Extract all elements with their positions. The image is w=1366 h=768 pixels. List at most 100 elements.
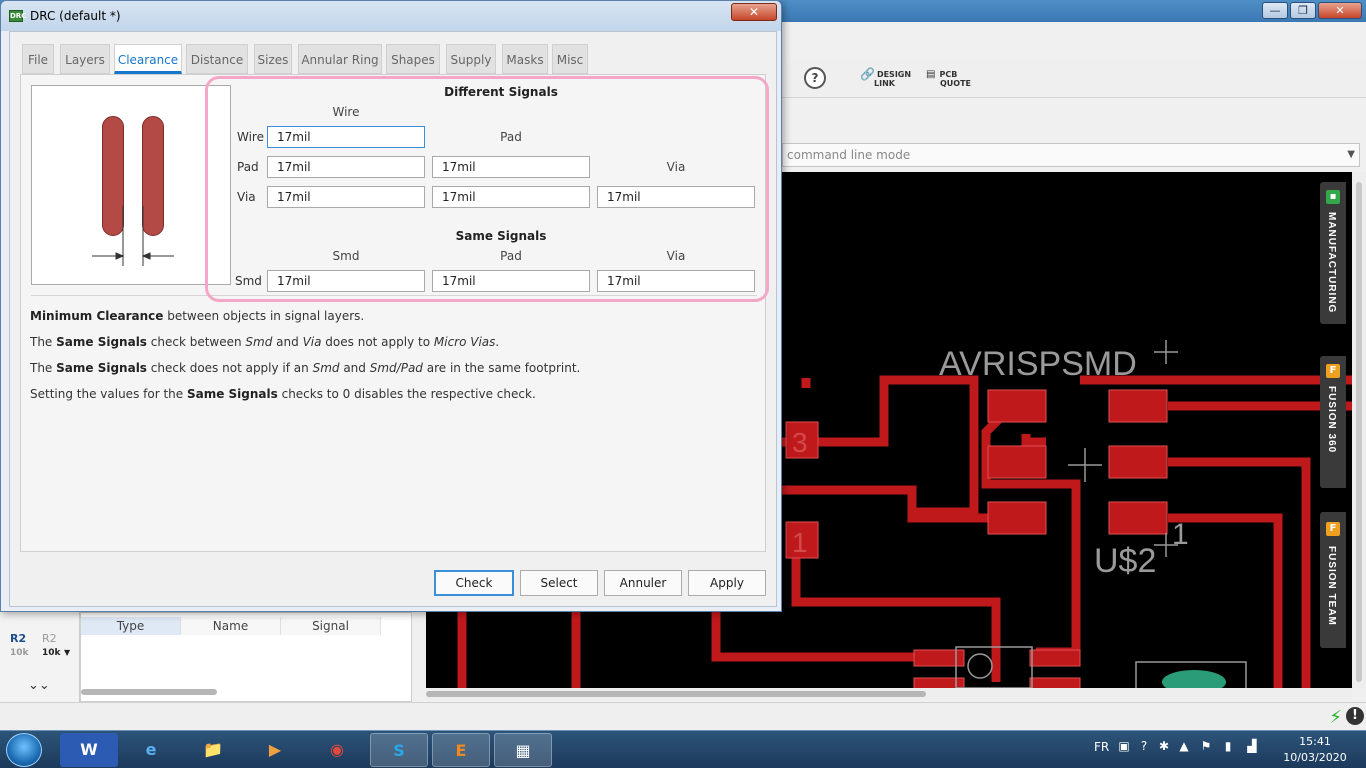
smd-via-field[interactable]: 17mil (597, 270, 755, 292)
smd-smd-field[interactable]: 17mil (267, 270, 425, 292)
media-player-icon[interactable]: ▶ (246, 733, 304, 767)
different-signals-heading: Different Signals (444, 85, 558, 99)
dialog-title: DRC (default *) (30, 9, 121, 23)
expand-chevron-icon[interactable]: ⌄⌄ (28, 678, 50, 693)
network-icon[interactable]: ▟ (1244, 739, 1260, 755)
fusion360-label: FUSION 360 (1326, 386, 1337, 454)
description-rest-3: are in the same footprint. (422, 361, 581, 375)
tab-annular-ring[interactable]: Annular Ring (298, 44, 382, 74)
pad-wire-field[interactable]: 17mil (267, 156, 425, 178)
chevron-down-icon[interactable]: ▼ (64, 648, 70, 657)
design-link-button[interactable]: 🔗 DESIGN LINK (860, 68, 911, 88)
part-r2-second[interactable]: R2 10k ▼ (42, 632, 70, 658)
pad-pad-field[interactable]: 17mil (432, 156, 590, 178)
action-center-icon[interactable]: ⚑ (1198, 739, 1214, 755)
explorer-icon[interactable]: 📁 (184, 733, 242, 767)
description-pre-2: The (30, 335, 57, 349)
pdf-tray-icon[interactable]: ▣ (1116, 739, 1132, 755)
status-bar: ⚡ ! (0, 702, 1366, 730)
tab-sizes[interactable]: Sizes (254, 44, 292, 74)
apply-button[interactable]: Apply (688, 570, 766, 596)
help-tray-icon[interactable]: ? (1136, 739, 1152, 755)
dialog-close-button[interactable]: ✕ (731, 3, 777, 21)
drc-window-icon[interactable]: ▦ (494, 733, 552, 767)
column-header-type[interactable]: Type (81, 617, 181, 635)
pcb-quote-label-1: PCB (939, 70, 958, 79)
smd-pad-field[interactable]: 17mil (432, 270, 590, 292)
via-via-field[interactable]: 17mil (597, 186, 755, 208)
pcb-vertical-scrollbar[interactable] (1352, 172, 1366, 688)
help-button[interactable]: ? (804, 67, 826, 89)
description-bold-3: Same Signals (56, 361, 147, 375)
start-button[interactable] (6, 733, 42, 767)
select-button[interactable]: Select (520, 570, 598, 596)
document-icon: ▤ (926, 69, 936, 80)
power-icon[interactable]: ▮ (1220, 739, 1236, 755)
clearance-description: Minimum Clearance between objects in sig… (30, 308, 750, 412)
minimize-button[interactable]: — (1262, 2, 1288, 19)
pcb-horizontal-scrollbar[interactable] (426, 688, 1352, 700)
col-head-pad: Pad (500, 130, 522, 144)
maximize-button[interactable]: ❐ (1290, 2, 1316, 19)
warning-icon[interactable]: ! (1346, 707, 1364, 725)
pad-label-1: 1 (792, 527, 808, 558)
description-line-3: The Same Signals check does not apply if… (30, 360, 750, 386)
drc-app-icon: DRC (9, 10, 27, 22)
part-r2-first[interactable]: R2 10k (10, 632, 29, 658)
pcb-quote-button[interactable]: ▤ PCB QUOTE (926, 69, 971, 89)
tab-supply[interactable]: Supply (446, 44, 496, 74)
description-pre-3: The (30, 361, 57, 375)
main-close-button[interactable]: ✕ (1318, 2, 1362, 19)
manufacturing-label: MANUFACTURING (1326, 212, 1337, 314)
language-indicator[interactable]: FR (1094, 740, 1109, 754)
manufacturing-panel-tab[interactable]: ▪ MANUFACTURING (1320, 182, 1346, 324)
skype-icon[interactable]: S (370, 733, 428, 767)
check-button[interactable]: Check (434, 570, 514, 596)
description-mid-2: check between (146, 335, 246, 349)
description-italic-3a: Smd (312, 361, 340, 375)
ie-icon[interactable]: e (122, 733, 180, 767)
row-label-via: Via (237, 190, 256, 204)
fusion-icon: F (1326, 364, 1340, 378)
cancel-button[interactable]: Annuler (604, 570, 682, 596)
part-r2-name-2: R2 (42, 632, 57, 645)
tab-misc[interactable]: Misc (552, 44, 588, 74)
clock-date: 10/03/2020 (1283, 751, 1347, 764)
lightning-icon[interactable]: ⚡ (1329, 707, 1342, 728)
signal-table: Type Name Signal (80, 612, 412, 702)
column-header-signal[interactable]: Signal (281, 617, 381, 635)
clock[interactable]: 15:41 10/03/2020 (1270, 734, 1360, 766)
description-pre-4: Setting the values for the (30, 387, 187, 401)
col-head-same-via: Via (666, 249, 686, 263)
table-scrollbar[interactable] (81, 689, 217, 695)
eagle-icon[interactable]: E (432, 733, 490, 767)
part-name-label: AVRISPSMD (939, 345, 1137, 383)
col-head-same-pad: Pad (500, 249, 522, 263)
part-r2-name: R2 (10, 632, 27, 645)
fusion360-panel-tab[interactable]: F FUSION 360 (1320, 356, 1346, 488)
description-text-1: between objects in signal layers. (163, 309, 365, 323)
show-hidden-icons-icon[interactable]: ▲ (1176, 739, 1192, 755)
chevron-down-icon[interactable]: ▼ (1347, 144, 1355, 166)
wire-wire-field[interactable]: 17mil (267, 126, 425, 148)
tab-distance[interactable]: Distance (186, 44, 248, 74)
description-mid-3: check does not apply if an (146, 361, 313, 375)
fusion-team-panel-tab[interactable]: F FUSION TEAM (1320, 512, 1346, 648)
bluetooth-tray-icon[interactable]: ✱ (1156, 739, 1172, 755)
chrome-icon[interactable]: ◉ (308, 733, 366, 767)
clearance-arrows-icon (92, 206, 174, 266)
description-bold-2: Same Signals (56, 335, 147, 349)
row-label-wire: Wire (237, 130, 264, 144)
tab-clearance[interactable]: Clearance (114, 44, 182, 74)
command-line-input[interactable]: command line mode ▼ (782, 143, 1360, 167)
tab-file[interactable]: File (22, 44, 54, 74)
description-line-1: Minimum Clearance between objects in sig… (30, 308, 750, 334)
via-pad-field[interactable]: 17mil (432, 186, 590, 208)
tab-masks[interactable]: Masks (502, 44, 548, 74)
tab-layers[interactable]: Layers (60, 44, 110, 74)
separator (31, 295, 757, 296)
column-header-name[interactable]: Name (181, 617, 281, 635)
via-wire-field[interactable]: 17mil (267, 186, 425, 208)
word-icon[interactable]: W (60, 733, 118, 767)
tab-shapes[interactable]: Shapes (386, 44, 440, 74)
